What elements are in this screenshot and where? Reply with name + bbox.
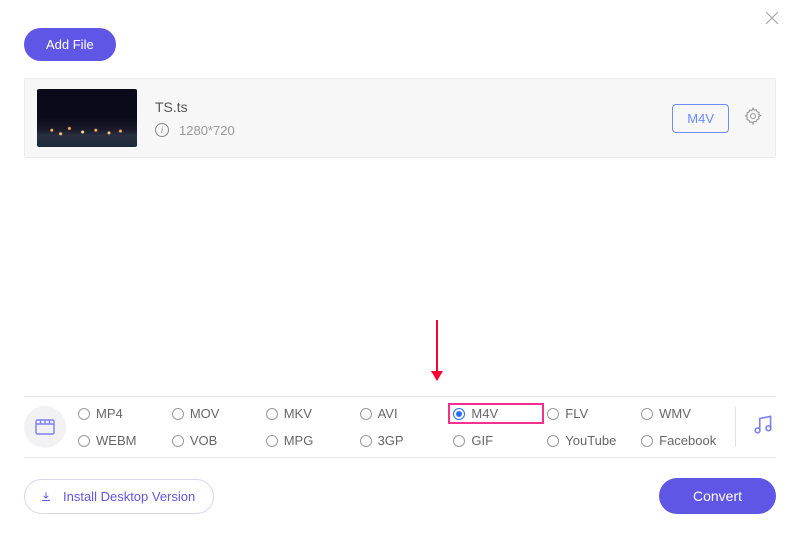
format-option-m4v[interactable]: M4V [449,404,543,423]
radio-icon [641,408,653,420]
download-icon [39,490,53,504]
music-icon[interactable] [750,412,776,443]
radio-icon [172,435,184,447]
file-item: TS.ts i 1280*720 M4V [24,78,776,158]
close-icon[interactable] [762,8,786,32]
file-thumbnail [37,89,137,147]
arrow-annotation-icon [436,320,438,380]
radio-icon [266,435,278,447]
file-meta: i 1280*720 [155,123,672,138]
format-option-facebook[interactable]: Facebook [637,431,731,450]
format-option-mp4[interactable]: MP4 [74,404,168,423]
format-option-wmv[interactable]: WMV [637,404,731,423]
format-label: 3GP [378,433,404,448]
info-icon[interactable]: i [155,123,169,137]
file-info: TS.ts i 1280*720 [155,99,672,138]
format-selector: MP4 MOV MKV AVI M4V FLV WMV WEBM VOB MPG 3GP GIF You… [24,396,776,458]
install-desktop-label: Install Desktop Version [63,489,195,504]
format-option-webm[interactable]: WEBM [74,431,168,450]
radio-icon [360,408,372,420]
format-option-3gp[interactable]: 3GP [356,431,450,450]
format-label: Facebook [659,433,716,448]
format-label: M4V [471,406,498,421]
format-label: WMV [659,406,691,421]
format-label: FLV [565,406,588,421]
convert-button[interactable]: Convert [659,478,776,514]
format-label: WEBM [96,433,136,448]
gear-icon[interactable] [743,106,763,131]
format-option-mpg[interactable]: MPG [262,431,356,450]
format-label: GIF [471,433,493,448]
format-label: MPG [284,433,314,448]
file-resolution: 1280*720 [179,123,235,138]
add-file-button[interactable]: Add File [24,28,116,61]
file-name: TS.ts [155,99,672,115]
format-label: MOV [190,406,220,421]
format-option-flv[interactable]: FLV [543,404,637,423]
target-format-button[interactable]: M4V [672,104,729,133]
radio-icon [453,408,465,420]
divider [735,407,736,447]
video-formats-icon[interactable] [24,406,66,448]
format-option-vob[interactable]: VOB [168,431,262,450]
radio-icon [78,435,90,447]
format-option-gif[interactable]: GIF [449,431,543,450]
format-label: AVI [378,406,398,421]
radio-icon [641,435,653,447]
radio-icon [266,408,278,420]
format-option-mov[interactable]: MOV [168,404,262,423]
radio-icon [453,435,465,447]
format-label: MKV [284,406,312,421]
format-option-youtube[interactable]: YouTube [543,431,637,450]
format-option-avi[interactable]: AVI [356,404,450,423]
format-label: MP4 [96,406,123,421]
format-option-mkv[interactable]: MKV [262,404,356,423]
install-desktop-button[interactable]: Install Desktop Version [24,479,214,514]
radio-icon [360,435,372,447]
radio-icon [547,435,559,447]
radio-icon [547,408,559,420]
radio-icon [172,408,184,420]
format-label: VOB [190,433,217,448]
radio-icon [78,408,90,420]
format-label: YouTube [565,433,616,448]
